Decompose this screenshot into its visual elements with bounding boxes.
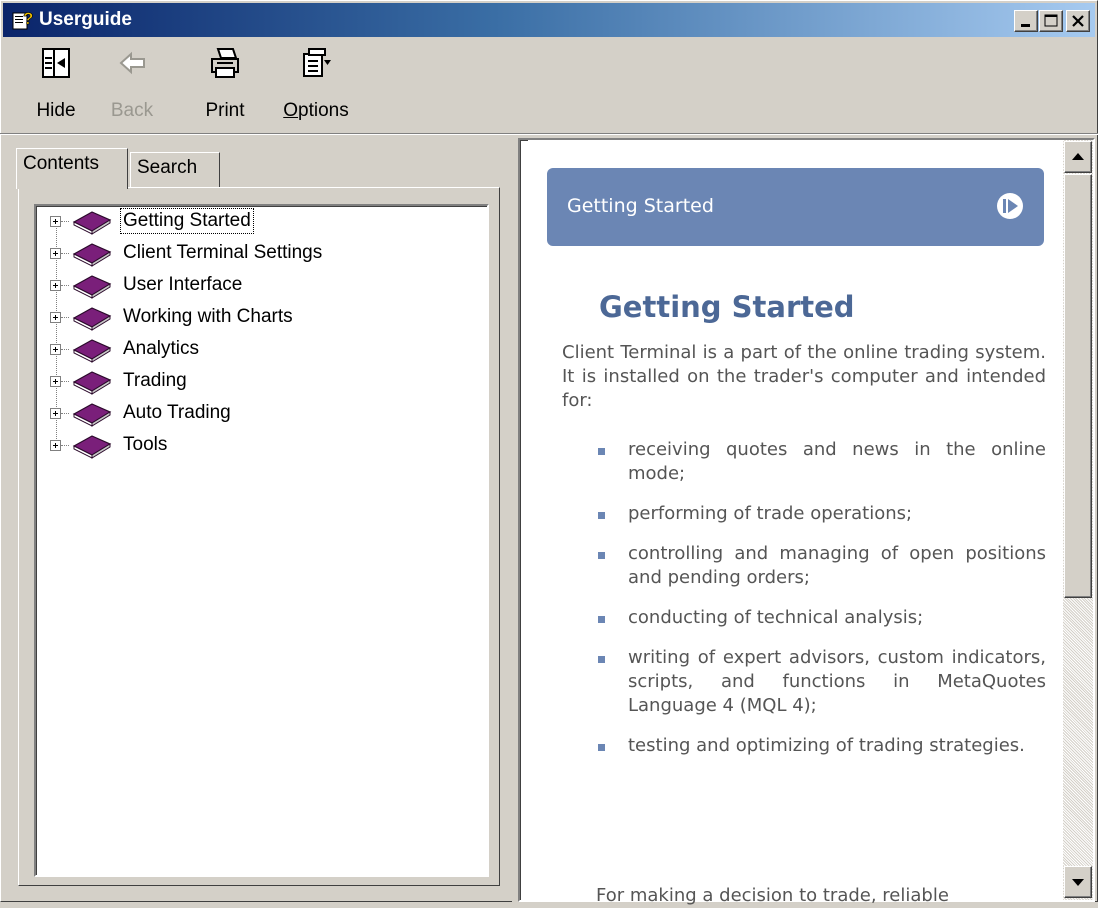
expand-icon[interactable]: [50, 344, 61, 355]
scroll-down-button[interactable]: [1064, 866, 1092, 898]
options-label: Options: [283, 100, 349, 121]
expand-icon[interactable]: [50, 216, 61, 227]
book-icon: [72, 211, 112, 235]
bullet-icon: [598, 744, 605, 751]
tree-item-label: Auto Trading: [123, 402, 231, 423]
minimize-button[interactable]: [1014, 10, 1038, 32]
options-icon: [303, 48, 331, 77]
expand-icon[interactable]: [50, 376, 61, 387]
book-icon: [72, 403, 112, 427]
tree-item[interactable]: Analytics: [50, 335, 430, 365]
topic-banner: Getting Started: [547, 168, 1044, 246]
printer-icon: [211, 48, 239, 78]
bullet-icon: [598, 616, 605, 623]
tree-item-label: Working with Charts: [123, 306, 293, 327]
expand-icon[interactable]: [50, 408, 61, 419]
hide-button[interactable]: Hide: [28, 44, 84, 130]
list-item-text: controlling and managing of open positio…: [628, 543, 1046, 588]
list-item: performing of trade operations;: [590, 502, 1046, 526]
bullet-icon: [598, 448, 605, 455]
list-item-text: performing of trade operations;: [628, 503, 913, 524]
feature-list: receiving quotes and news in the online …: [590, 438, 1046, 774]
list-item: testing and optimizing of trading strate…: [590, 734, 1046, 758]
options-button[interactable]: Options: [276, 44, 356, 130]
banner-title: Getting Started: [567, 195, 714, 217]
tree-item-label: Client Terminal Settings: [123, 242, 323, 263]
minimize-icon: [1021, 24, 1030, 27]
tree-item[interactable]: Client Terminal Settings: [50, 239, 430, 269]
tree-item[interactable]: User Interface: [50, 271, 430, 301]
list-item: controlling and managing of open positio…: [590, 542, 1046, 590]
close-button[interactable]: [1066, 10, 1090, 32]
tree-item-label: Tools: [123, 434, 168, 455]
arrow-down-icon: [1072, 879, 1084, 886]
close-icon: [1072, 15, 1084, 27]
tree-item[interactable]: Getting Started: [50, 207, 430, 237]
book-icon: [72, 275, 112, 299]
tab-contents-label: Contents: [23, 153, 100, 174]
expand-icon[interactable]: [50, 312, 61, 323]
list-item: receiving quotes and news in the online …: [590, 438, 1046, 486]
bullet-icon: [598, 512, 605, 519]
list-item: conducting of technical analysis;: [590, 606, 1046, 630]
list-item-text: conducting of technical analysis;: [628, 607, 924, 628]
tree-item-label: Getting Started: [120, 208, 254, 234]
book-icon: [72, 435, 112, 459]
list-item: writing of expert advisors, custom indic…: [590, 646, 1046, 718]
tree-item[interactable]: Auto Trading: [50, 399, 430, 429]
tab-search[interactable]: Search: [130, 152, 220, 188]
bullet-icon: [598, 656, 605, 663]
list-item-text: writing of expert advisors, custom indic…: [628, 647, 1046, 716]
tree-item-label: Analytics: [123, 338, 200, 359]
arrow-up-icon: [1072, 153, 1084, 160]
svg-text:?: ?: [23, 9, 33, 28]
book-icon: [72, 371, 112, 395]
maximize-button[interactable]: [1039, 10, 1063, 32]
tree-item-label: User Interface: [123, 274, 243, 295]
expand-icon[interactable]: [50, 440, 61, 451]
scroll-thumb[interactable]: [1064, 174, 1092, 598]
toolbar-separator: [0, 133, 1098, 135]
hide-label: Hide: [36, 100, 76, 121]
book-icon: [72, 307, 112, 331]
list-item-text: receiving quotes and news in the online …: [628, 439, 1046, 484]
hide-pane-icon: [42, 48, 70, 78]
expand-icon[interactable]: [50, 248, 61, 259]
window-title: Userguide: [39, 9, 132, 30]
tree-item[interactable]: Tools: [50, 431, 430, 461]
tree-item[interactable]: Working with Charts: [50, 303, 430, 333]
page-title: Getting Started: [599, 290, 855, 324]
back-button[interactable]: Back: [100, 44, 164, 130]
tree-item-label: Trading: [123, 370, 187, 391]
book-icon: [72, 243, 112, 267]
book-icon: [72, 339, 112, 363]
maximize-icon: [1044, 14, 1058, 27]
scroll-up-button[interactable]: [1064, 141, 1092, 173]
back-arrow-icon: [119, 51, 145, 75]
print-label: Print: [205, 100, 245, 121]
tab-search-label: Search: [137, 157, 198, 178]
help-book-icon: ?: [12, 9, 33, 30]
list-item-text: testing and optimizing of trading strate…: [628, 735, 1025, 756]
next-arrow-circle-icon[interactable]: [994, 190, 1026, 222]
tab-contents[interactable]: Contents: [16, 148, 128, 189]
intro-paragraph: Client Terminal is a part of the online …: [562, 342, 1046, 411]
back-label: Back: [110, 100, 154, 121]
title-bar[interactable]: ? Userguide: [3, 3, 1095, 37]
expand-icon[interactable]: [50, 280, 61, 291]
bullet-icon: [598, 552, 605, 559]
print-button[interactable]: Print: [197, 44, 253, 130]
tree-item[interactable]: Trading: [50, 367, 430, 397]
trailing-paragraph: For making a decision to trade, reliable: [596, 885, 949, 906]
